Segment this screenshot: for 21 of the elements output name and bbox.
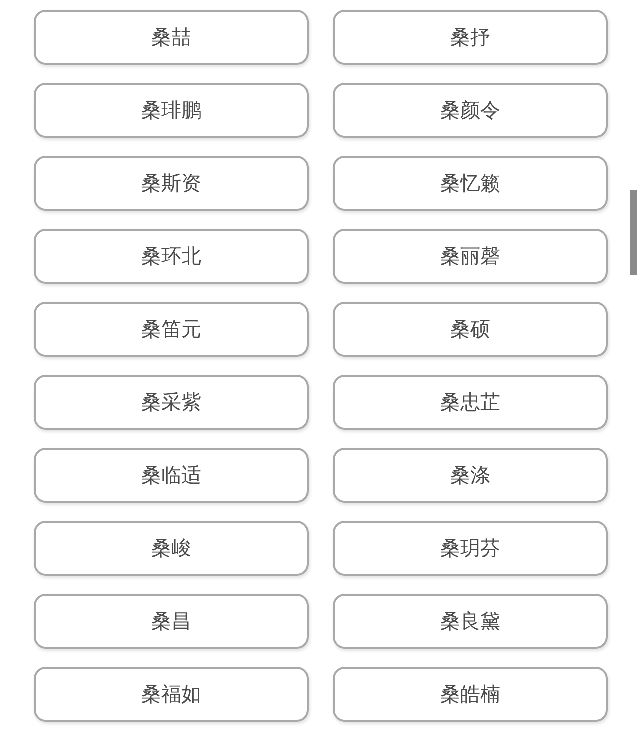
name-button[interactable]: 桑临适 (34, 448, 309, 503)
name-button[interactable]: 桑喆 (34, 10, 309, 65)
name-button[interactable]: 桑忠芷 (333, 375, 608, 430)
name-button[interactable]: 桑玥芬 (333, 521, 608, 576)
name-button[interactable]: 桑良黛 (333, 594, 608, 649)
name-button[interactable]: 桑琲鹏 (34, 83, 309, 138)
name-button[interactable]: 桑斯资 (34, 156, 309, 211)
name-button[interactable]: 桑笛元 (34, 302, 309, 357)
name-button[interactable]: 桑颜令 (333, 83, 608, 138)
name-button[interactable]: 桑涤 (333, 448, 608, 503)
name-button[interactable]: 桑忆籁 (333, 156, 608, 211)
name-button[interactable]: 桑抒 (333, 10, 608, 65)
name-button[interactable]: 桑采紫 (34, 375, 309, 430)
name-button[interactable]: 桑环北 (34, 229, 309, 284)
name-button[interactable]: 桑皓楠 (333, 667, 608, 722)
name-button[interactable]: 桑昌 (34, 594, 309, 649)
name-button[interactable]: 桑丽磬 (333, 229, 608, 284)
name-button[interactable]: 桑硕 (333, 302, 608, 357)
scrollbar-thumb[interactable] (630, 190, 637, 275)
name-button[interactable]: 桑峻 (34, 521, 309, 576)
name-button[interactable]: 桑福如 (34, 667, 309, 722)
